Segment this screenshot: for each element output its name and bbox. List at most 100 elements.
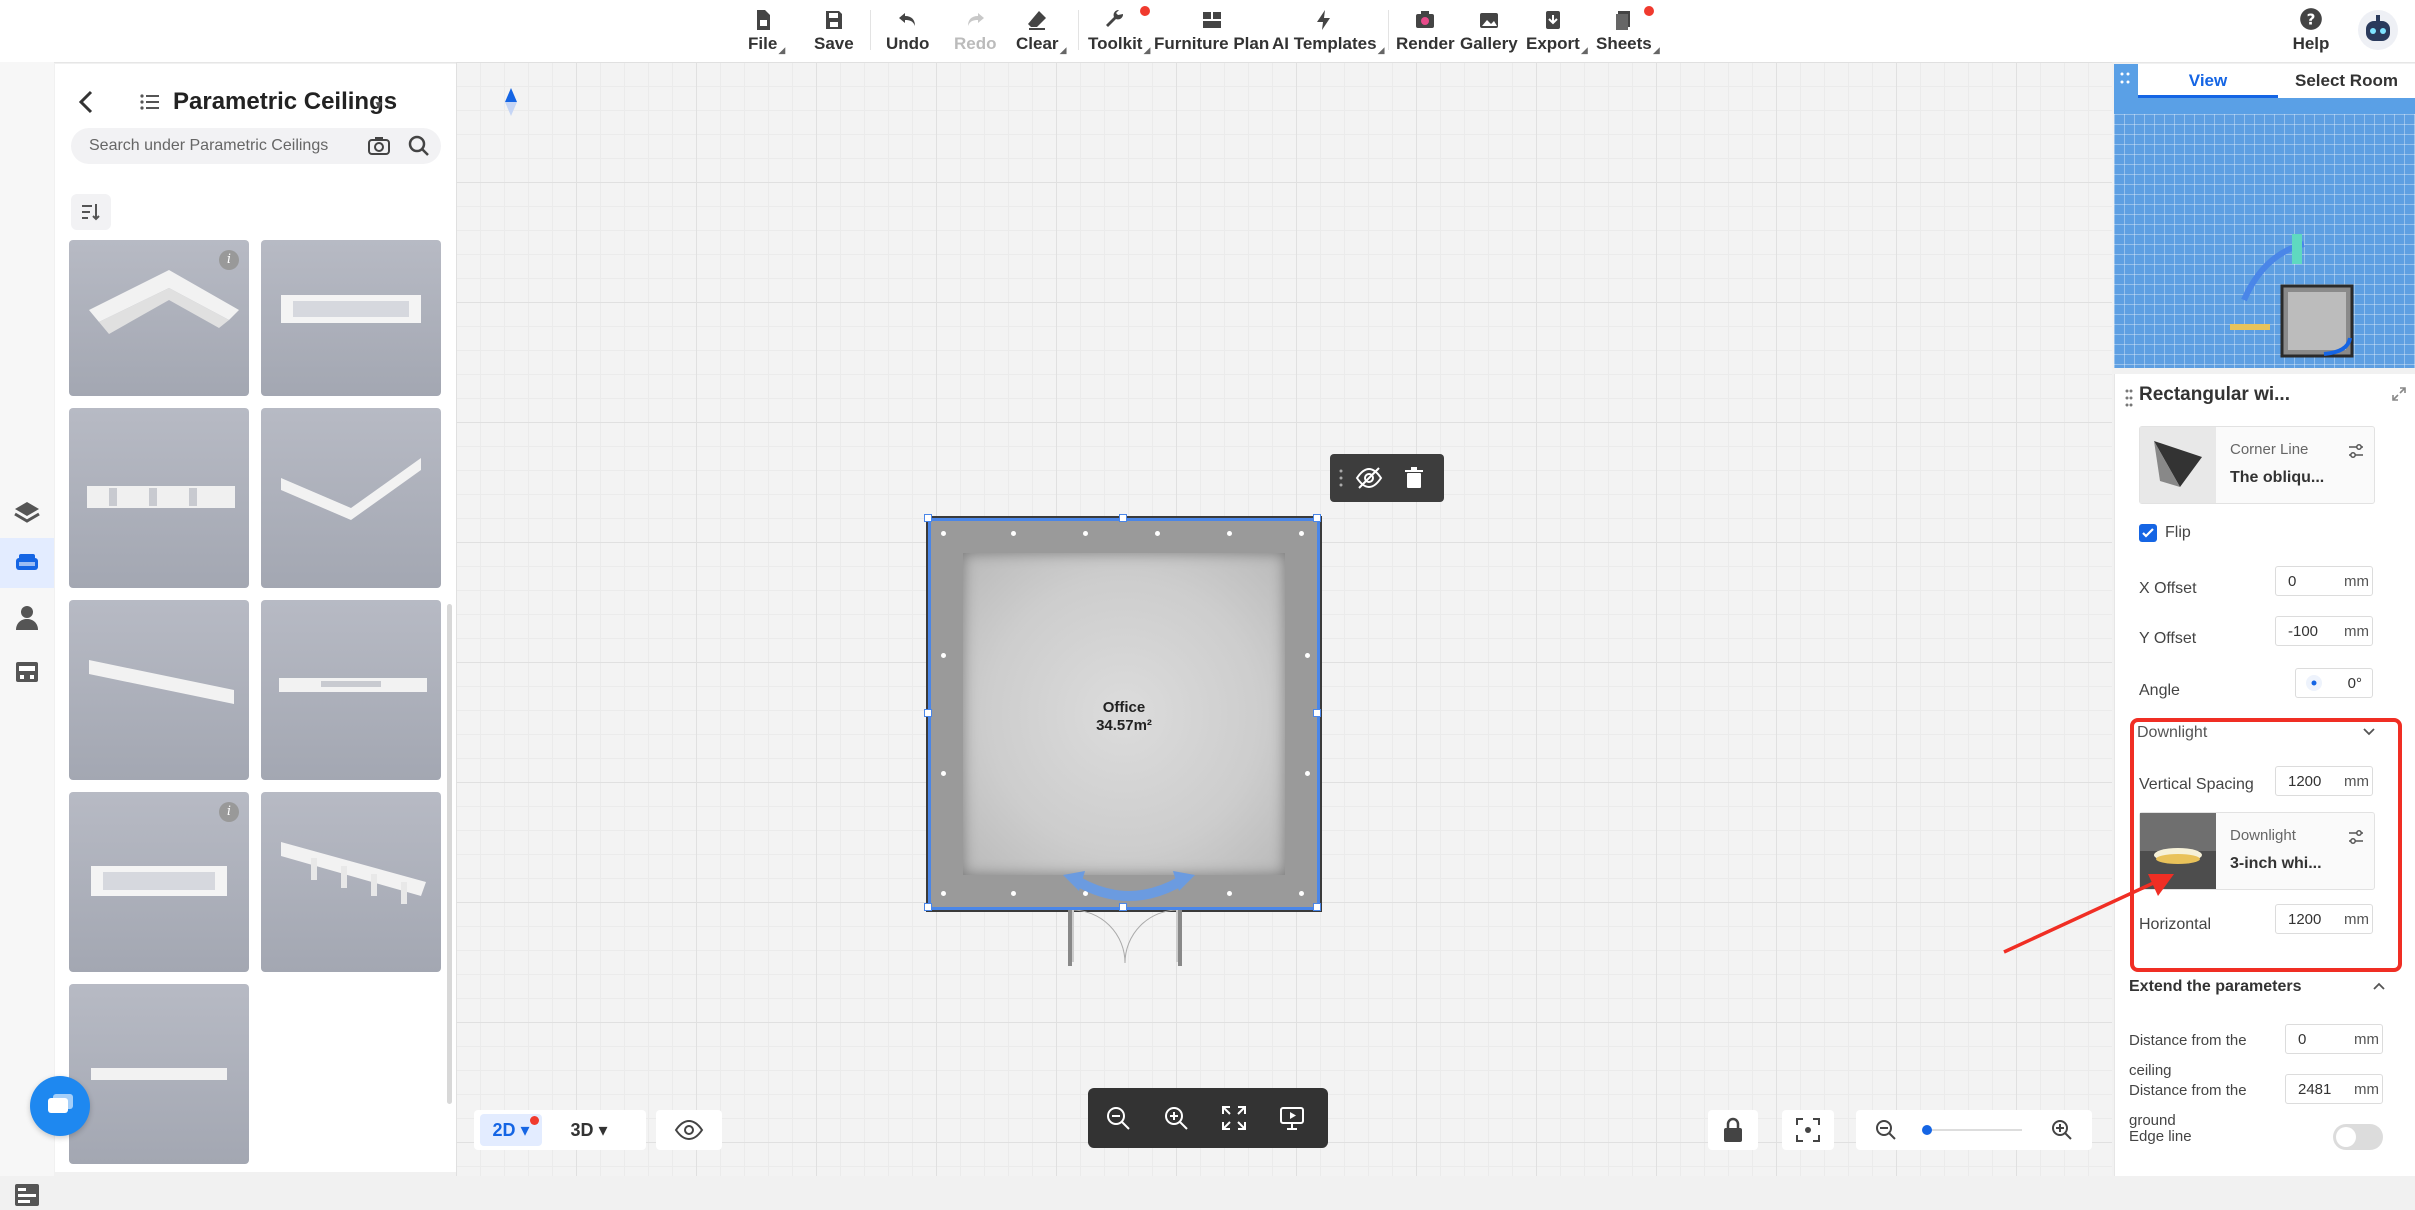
library-title[interactable]: Parametric Ceilings [173,88,397,116]
ceiling-tile[interactable] [69,984,249,1164]
room-office[interactable]: Office 34.57m² [924,514,1322,912]
gallery-button[interactable]: Gallery [1460,6,1518,58]
chevron-up-icon[interactable] [2371,978,2387,994]
zoom-in-icon[interactable] [2050,1118,2074,1142]
corner-line-material[interactable]: Corner Line The obliqu... [2139,426,2375,504]
zoom-track[interactable] [1924,1129,2022,1131]
save-button[interactable]: Save [814,6,854,58]
resize-handle[interactable] [924,514,932,522]
presentation-icon[interactable] [1278,1104,1306,1132]
minimap[interactable]: View Select Room [2114,64,2415,368]
lightning-icon [1317,10,1331,30]
delete-icon[interactable] [1402,466,1426,490]
undo-button[interactable]: Undo [886,6,929,58]
sheets-button[interactable]: Sheets ◢ [1596,6,1660,58]
fullscreen-icon[interactable] [1220,1104,1248,1132]
angle-value[interactable]: 0° [2348,675,2362,692]
zoom-out-icon[interactable] [1874,1118,1898,1142]
tab-select-room[interactable]: Select Room [2278,64,2415,98]
control-point[interactable] [1305,653,1310,658]
lock-button[interactable] [1708,1110,1758,1150]
sort-button[interactable] [71,194,111,230]
adjust-icon[interactable] [2346,441,2366,461]
rotate-arrow-icon[interactable] [1059,861,1199,911]
chat-button[interactable] [30,1076,90,1136]
minimap-drag-icon[interactable] [2114,64,2138,368]
file-button[interactable]: File ◢ [748,6,785,58]
rail-item-store[interactable] [0,646,54,696]
horizontal-input[interactable] [2286,909,2340,929]
rail-item-people[interactable] [0,592,54,642]
control-point[interactable] [1227,891,1232,896]
clear-button[interactable]: Clear ◢ [1016,6,1067,58]
control-point[interactable] [1299,531,1304,536]
flip-checkbox[interactable] [2139,524,2157,542]
catalog-icon[interactable] [12,1180,42,1210]
design-canvas[interactable]: Office 34.57m² 2D ▾ 3D ▾ [456,62,2112,1176]
adjust-icon[interactable] [2346,827,2366,847]
resize-handle[interactable] [1313,903,1321,911]
info-icon[interactable]: i [219,802,239,822]
ceiling-tile[interactable] [261,408,441,588]
ceiling-tile[interactable] [261,792,441,972]
rail-item-structure[interactable] [0,488,54,538]
control-point[interactable] [1083,531,1088,536]
control-point[interactable] [941,531,946,536]
control-point[interactable] [1155,531,1160,536]
redo-button[interactable]: Redo [954,6,997,58]
dist-ceiling-input[interactable] [2296,1029,2350,1049]
fit-view-button[interactable] [1782,1110,1834,1150]
tab-view[interactable]: View [2138,64,2278,98]
expand-icon[interactable] [2391,386,2407,402]
control-point[interactable] [941,891,946,896]
edge-line-toggle[interactable] [2333,1124,2383,1150]
y-offset-input[interactable] [2286,621,2340,641]
sheets-label: Sheets [1596,34,1652,53]
search-icon[interactable] [407,134,431,158]
render-button[interactable]: Render [1396,6,1455,58]
door-icon[interactable] [1068,910,1182,968]
control-point[interactable] [1011,531,1016,536]
control-point[interactable] [1227,531,1232,536]
hide-icon[interactable] [1354,464,1384,492]
panel-scrollbar[interactable] [447,604,452,1104]
toolkit-button[interactable]: Toolkit ◢ [1088,6,1151,58]
info-icon[interactable]: i [219,250,239,270]
rail-item-furniture[interactable] [0,538,54,588]
zoom-in-icon[interactable] [1162,1104,1190,1132]
zoom-knob[interactable] [1922,1125,1932,1135]
assistant-avatar[interactable] [2358,10,2398,50]
furniture-plan-button[interactable]: Furniture Plan [1154,6,1269,58]
help-button[interactable]: ? Help [2290,6,2332,58]
resize-handle[interactable] [1119,514,1127,522]
visibility-button[interactable] [656,1110,722,1150]
ai-templates-button[interactable]: AI Templates ◢ [1272,6,1385,58]
export-button[interactable]: Export ◢ [1526,6,1588,58]
resize-handle[interactable] [924,903,932,911]
ceiling-tile[interactable] [261,240,441,396]
view-3d-button[interactable]: 3D ▾ [558,1114,620,1146]
ceiling-tile[interactable]: i [69,792,249,972]
control-point[interactable] [941,653,946,658]
dist-ground-input[interactable] [2296,1079,2350,1099]
ceiling-tile[interactable] [261,600,441,780]
drag-handle-icon[interactable] [2125,388,2133,408]
control-point[interactable] [1305,771,1310,776]
resize-handle[interactable] [1313,514,1321,522]
control-point[interactable] [941,771,946,776]
ceiling-tile[interactable] [69,600,249,780]
image-search-icon[interactable] [367,134,391,158]
control-point[interactable] [1011,891,1016,896]
drag-handle-icon[interactable] [1338,468,1344,488]
ceiling-tile[interactable] [69,408,249,588]
angle-dial-icon[interactable] [2304,673,2324,693]
x-offset-input[interactable] [2286,571,2340,591]
search-input[interactable] [87,136,361,156]
control-point[interactable] [1299,891,1304,896]
zoom-out-icon[interactable] [1104,1104,1132,1132]
back-arrow-icon[interactable] [69,84,105,120]
vertical-spacing-input[interactable] [2286,771,2340,791]
ceiling-tile[interactable]: i [69,240,249,396]
chevron-down-icon[interactable] [2361,724,2377,740]
caret-down-icon[interactable]: ▼ [373,98,385,112]
